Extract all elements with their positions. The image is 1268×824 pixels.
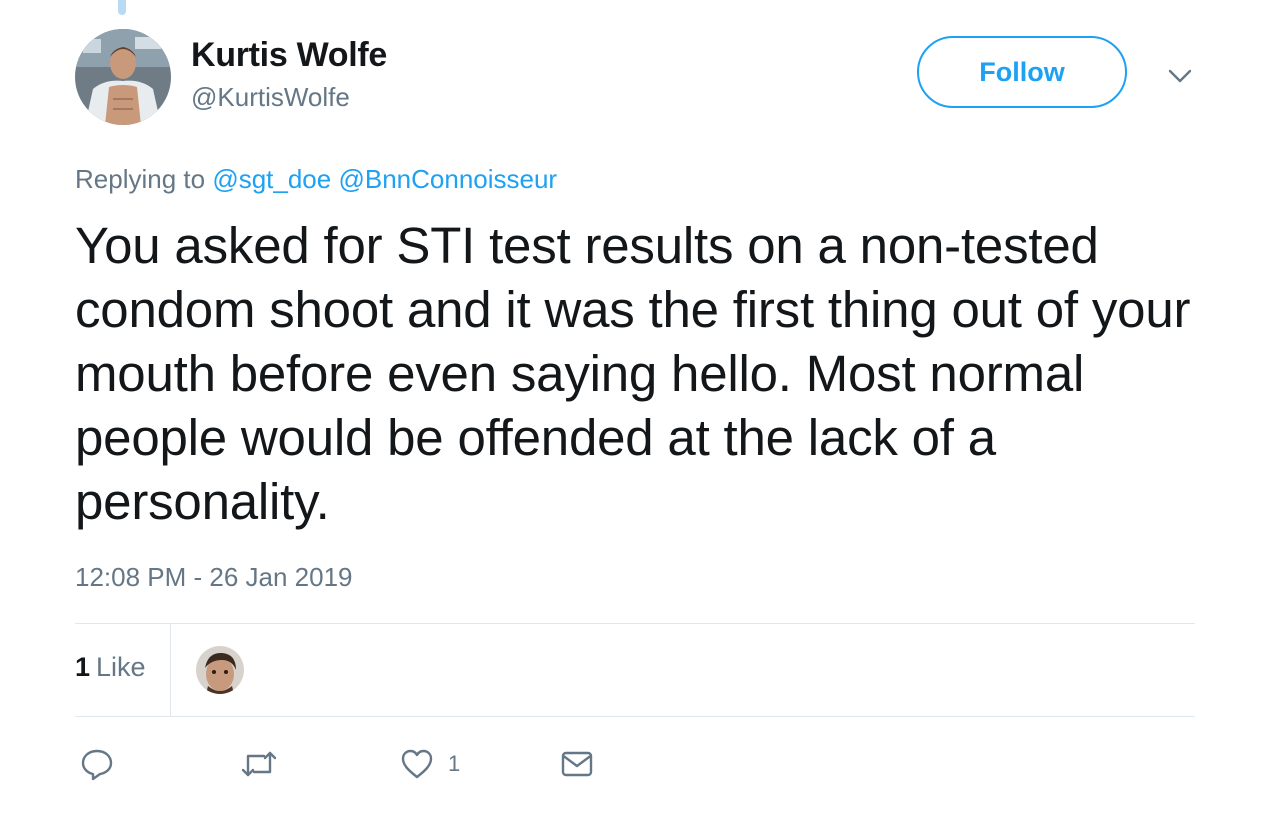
like-button[interactable]: 1: [400, 746, 460, 782]
mention-link[interactable]: @BnnConnoisseur: [338, 164, 557, 194]
replying-to-line: Replying to @sgt_doe @BnnConnoisseur: [75, 164, 557, 195]
replying-to-label: Replying to: [75, 164, 206, 194]
thread-connector-line: [118, 0, 126, 15]
stats-vertical-divider: [170, 624, 171, 716]
author-avatar[interactable]: [75, 29, 171, 125]
retweet-icon: [240, 747, 278, 781]
follow-button[interactable]: Follow: [917, 36, 1127, 108]
author-display-name[interactable]: Kurtis Wolfe: [191, 36, 387, 75]
tweet-text: You asked for STI test results on a non-…: [75, 217, 1191, 530]
liker-avatar[interactable]: [196, 646, 244, 694]
like-count: 1: [448, 751, 461, 776]
author-handle[interactable]: @KurtisWolfe: [191, 82, 350, 113]
envelope-icon: [560, 749, 594, 779]
direct-message-button[interactable]: [560, 746, 594, 782]
stats-bottom-divider: [75, 716, 1195, 717]
reply-icon: [80, 747, 114, 781]
mention-link[interactable]: @sgt_doe: [212, 164, 331, 194]
retweet-button[interactable]: [240, 746, 278, 782]
chevron-down-icon[interactable]: [1166, 62, 1194, 90]
likes-label: Like: [96, 652, 146, 682]
likes-stat[interactable]: 1 Like: [75, 652, 146, 683]
heart-icon: [400, 748, 434, 780]
reply-button[interactable]: [80, 746, 114, 782]
tweet-timestamp[interactable]: 12:08 PM - 26 Jan 2019: [75, 562, 353, 593]
likes-count: 1: [75, 652, 91, 682]
stats-top-divider: [75, 623, 1195, 624]
